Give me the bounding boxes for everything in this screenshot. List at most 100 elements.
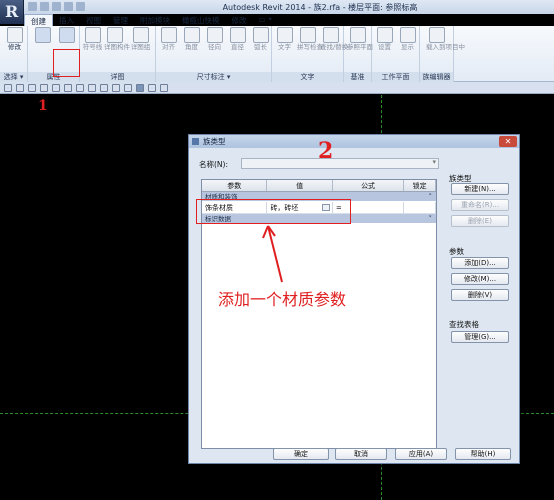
detail-component-button[interactable]: 详图构件 bbox=[104, 27, 130, 63]
window-title: Autodesk Revit 2014 - 族2.rfa - 楼层平面: 参照标… bbox=[222, 3, 418, 12]
radial-dimension-icon bbox=[206, 27, 223, 43]
load-into-project-button[interactable]: 载入到项目中 bbox=[426, 27, 465, 63]
component-icon bbox=[106, 27, 123, 43]
highlight-family-types-button bbox=[53, 49, 80, 77]
ok-button[interactable]: 确定 bbox=[273, 448, 329, 460]
save-icon[interactable] bbox=[40, 2, 49, 11]
help-button[interactable]: 帮助(H) bbox=[455, 448, 511, 460]
family-category-button[interactable] bbox=[32, 27, 53, 63]
radial-dim-button[interactable]: 径向 bbox=[204, 27, 225, 63]
print-icon[interactable] bbox=[76, 2, 85, 11]
app-menu-button[interactable]: R bbox=[0, 0, 24, 24]
dimension-icon[interactable] bbox=[76, 83, 84, 92]
tab-create[interactable]: 创建 bbox=[24, 14, 53, 26]
show-work-plane-button[interactable]: 显示 bbox=[397, 27, 418, 63]
tab-addins[interactable]: 附加模块 bbox=[134, 14, 176, 26]
rename-type-button[interactable]: 重命名(R)... bbox=[451, 199, 509, 211]
spelling-button[interactable]: 拼写检查 bbox=[297, 27, 323, 63]
group-work-plane: 设置 显示 工作平面 bbox=[372, 26, 420, 82]
tab-modify[interactable]: 修改 bbox=[226, 14, 253, 26]
param-lock-cell[interactable] bbox=[404, 202, 436, 213]
redo-icon[interactable] bbox=[40, 83, 48, 92]
pointer-icon bbox=[6, 27, 23, 43]
angular-dim-button[interactable]: 角度 bbox=[181, 27, 202, 63]
tab-insert[interactable]: 插入 bbox=[53, 14, 80, 26]
spelling-icon bbox=[299, 27, 316, 43]
close-button[interactable]: ✕ bbox=[499, 136, 517, 147]
diameter-dimension-icon bbox=[229, 27, 246, 43]
expand-icon[interactable]: ˅ bbox=[429, 214, 433, 224]
detail-group-button[interactable]: 详图组 bbox=[130, 27, 151, 63]
text-button[interactable]: 文字 bbox=[274, 27, 295, 63]
detail-line-button[interactable]: 符号线 bbox=[82, 27, 103, 63]
annotation-note: 添加一个材质参数 bbox=[218, 290, 347, 309]
switch-windows-icon[interactable] bbox=[160, 83, 168, 92]
quick-access-toolbar[interactable] bbox=[28, 2, 85, 12]
tab-view[interactable]: 视图 bbox=[80, 14, 107, 26]
name-dropdown[interactable] bbox=[241, 158, 439, 169]
show-plane-icon bbox=[399, 27, 416, 43]
column-formula: 公式 bbox=[333, 180, 405, 191]
title-bar: Autodesk Revit 2014 - 族2.rfa - 楼层平面: 参照标… bbox=[0, 0, 554, 14]
close-windows-icon[interactable] bbox=[148, 83, 156, 92]
arc-length-dim-button[interactable]: 弧长 bbox=[250, 27, 271, 63]
modify-button[interactable]: 修改 bbox=[4, 27, 25, 63]
group-family-editor: 载入到项目中 族编辑器 bbox=[420, 26, 465, 82]
apply-button[interactable]: 应用(A) bbox=[395, 448, 447, 460]
ribbon-panel: 修改 选择 ▾ 属性 符号线 详图构件 详图组 详图 对齐 角度 径向 直径 弧… bbox=[0, 26, 554, 82]
family-category-icon bbox=[34, 27, 51, 43]
tab-minimize[interactable]: ▭ • bbox=[253, 14, 279, 26]
new-type-button[interactable]: 新建(N)... bbox=[451, 183, 509, 195]
annotation-step-2: 2 bbox=[318, 138, 334, 164]
remove-parameter-button[interactable]: 删除(V) bbox=[451, 289, 509, 301]
parameters-header: 参数 bbox=[449, 247, 464, 256]
column-lock: 锁定 bbox=[404, 180, 436, 191]
measure-icon[interactable] bbox=[64, 83, 72, 92]
binoculars-icon bbox=[322, 27, 339, 43]
cancel-button[interactable]: 取消 bbox=[335, 448, 387, 460]
group-text: 文字 拼写检查 查找/替换 文字 bbox=[272, 26, 348, 82]
set-plane-icon bbox=[376, 27, 393, 43]
modify-parameter-button[interactable]: 修改(M)... bbox=[451, 273, 509, 285]
open-icon[interactable] bbox=[28, 2, 37, 11]
undo-icon[interactable] bbox=[52, 2, 61, 11]
load-project-icon bbox=[428, 27, 445, 43]
collapse-icon[interactable]: ˄ bbox=[429, 192, 433, 202]
column-value: 值 bbox=[267, 180, 333, 191]
grid-header: 参数 值 公式 锁定 bbox=[202, 180, 436, 192]
diameter-dim-button[interactable]: 直径 bbox=[227, 27, 248, 63]
group-icon bbox=[132, 27, 149, 43]
name-label: 名称(N): bbox=[199, 160, 228, 169]
print-icon[interactable] bbox=[52, 83, 60, 92]
section-icon[interactable] bbox=[124, 83, 132, 92]
annotation-arrow-icon bbox=[262, 225, 283, 283]
aligned-dim-button[interactable]: 对齐 bbox=[158, 27, 179, 63]
find-replace-button[interactable]: 查找/替换 bbox=[320, 27, 348, 63]
dialog-title: 族类型 bbox=[189, 135, 519, 148]
3d-view-icon[interactable] bbox=[112, 83, 120, 92]
tag-icon[interactable] bbox=[88, 83, 96, 92]
undo-icon[interactable] bbox=[28, 83, 36, 92]
redo-icon[interactable] bbox=[64, 2, 73, 11]
arc-length-icon bbox=[252, 27, 269, 43]
ribbon-tabs: 创建 插入 视图 管理 附加模块 橄榄山快模 修改 ▭ • bbox=[24, 14, 278, 26]
add-parameter-button[interactable]: 添加(D)... bbox=[451, 257, 509, 269]
open-icon[interactable] bbox=[4, 83, 12, 92]
view-toolbar bbox=[0, 82, 554, 94]
tab-manage[interactable]: 管理 bbox=[107, 14, 134, 26]
text-icon bbox=[276, 27, 293, 43]
highlight-material-row bbox=[196, 199, 351, 224]
text-icon[interactable] bbox=[100, 83, 108, 92]
set-work-plane-button[interactable]: 设置 bbox=[374, 27, 395, 63]
manage-lookup-button[interactable]: 管理(G)... bbox=[451, 331, 509, 343]
group-select: 修改 选择 ▾ bbox=[0, 26, 28, 82]
save-icon[interactable] bbox=[16, 83, 24, 92]
annotation-step-1: 1 bbox=[38, 98, 48, 114]
group-datum: 参照平面 基准 bbox=[344, 26, 373, 82]
app-icon: R bbox=[5, 2, 19, 21]
lookup-tables-header: 查找表格 bbox=[449, 320, 479, 329]
reference-plane-button[interactable]: 参照平面 bbox=[347, 27, 373, 63]
thin-lines-icon[interactable] bbox=[136, 83, 144, 92]
delete-type-button[interactable]: 删除(E) bbox=[451, 215, 509, 227]
tab-ganlanshan[interactable]: 橄榄山快模 bbox=[176, 14, 226, 26]
